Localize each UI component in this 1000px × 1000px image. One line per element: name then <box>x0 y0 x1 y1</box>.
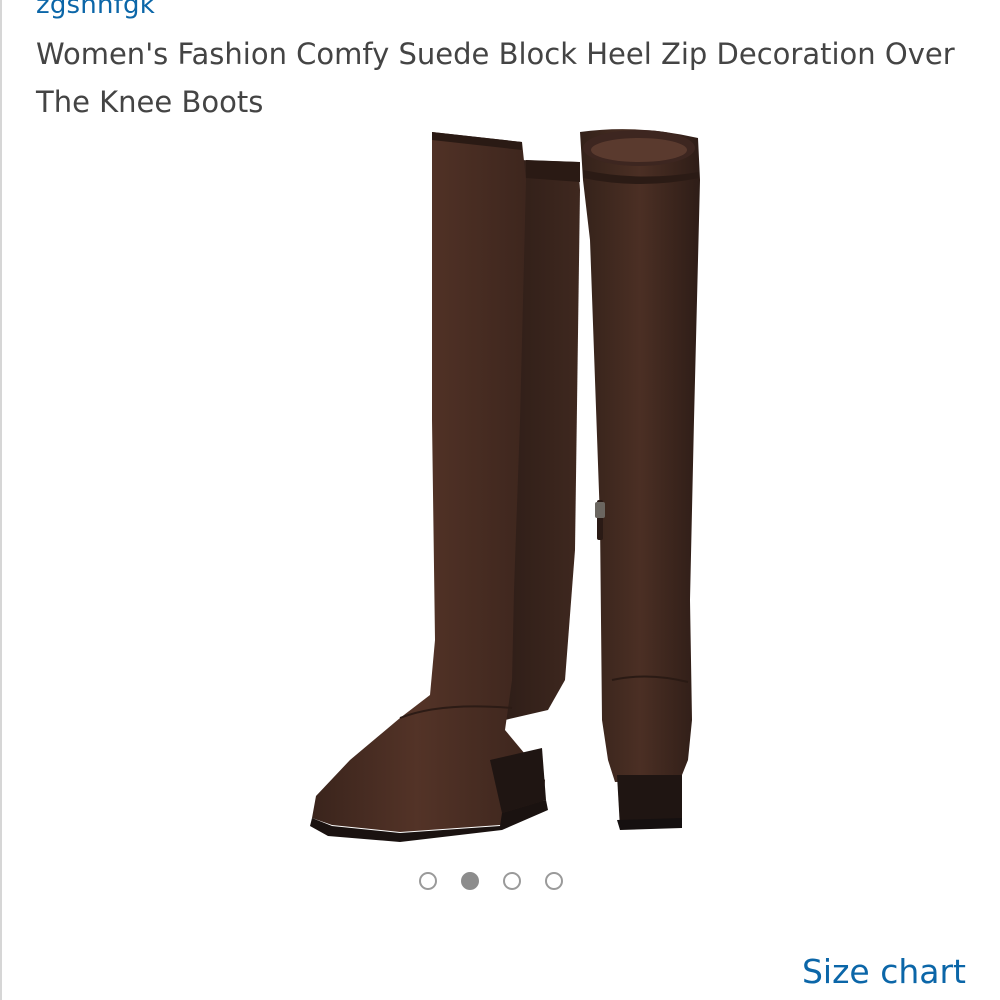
gallery-dot-2-active[interactable] <box>461 872 479 890</box>
gallery-dot-1[interactable] <box>419 872 437 890</box>
size-chart-link[interactable]: Size chart <box>802 950 966 994</box>
brand-link[interactable]: zgshnfgk <box>36 0 155 22</box>
product-image-gallery[interactable] <box>250 120 750 860</box>
product-title: Women's Fashion Comfy Suede Block Heel Z… <box>36 37 955 119</box>
gallery-pagination <box>419 869 563 893</box>
gallery-dot-4[interactable] <box>545 872 563 890</box>
left-border <box>0 0 2 1000</box>
gallery-dot-3[interactable] <box>503 872 521 890</box>
boot-pair-image <box>310 129 700 842</box>
